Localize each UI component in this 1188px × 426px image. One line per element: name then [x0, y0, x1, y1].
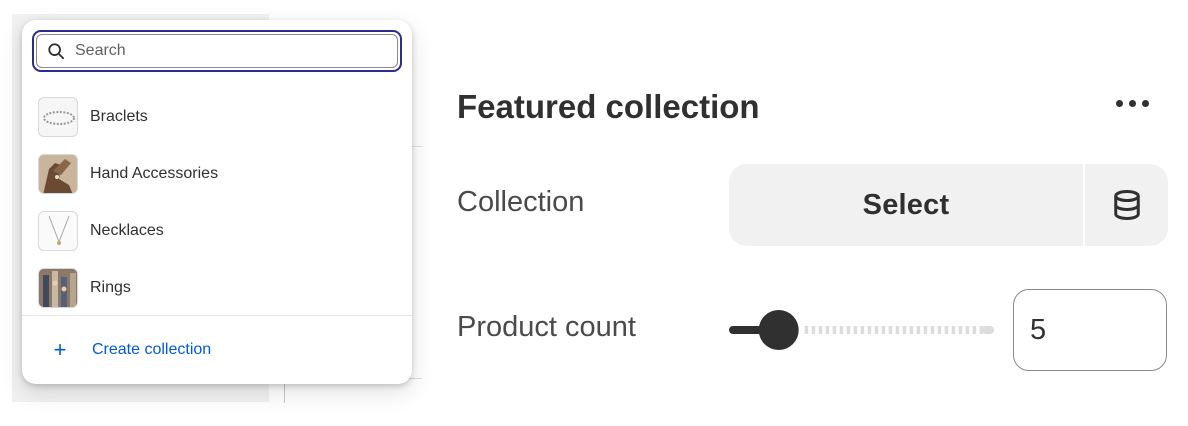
- search-icon: [48, 43, 65, 60]
- slider-tick: [923, 326, 928, 334]
- bracelet-thumb: [38, 96, 78, 137]
- necklace-thumb: [38, 210, 78, 251]
- popover-divider: [22, 315, 412, 316]
- slider-handle[interactable]: [758, 310, 799, 350]
- slider-tick: [804, 326, 809, 334]
- slider-tick: [874, 326, 879, 334]
- slider-tick: [881, 326, 886, 334]
- slider-track-end: [982, 326, 994, 334]
- slider-tick: [818, 326, 823, 334]
- more-options-button[interactable]: [1116, 100, 1160, 112]
- slider-tick: [888, 326, 893, 334]
- search-field-focus-ring: [32, 30, 402, 72]
- slider-tick: [944, 326, 949, 334]
- collection-item-label: Braclets: [90, 107, 148, 125]
- collection-label: Collection: [457, 186, 585, 218]
- slider-tick: [909, 326, 914, 334]
- slider-tick: [825, 326, 830, 334]
- collection-item-hand-accessories[interactable]: Hand Accessories: [22, 145, 412, 202]
- more-horizontal-icon: [1129, 100, 1136, 107]
- slider-tick: [846, 326, 851, 334]
- slider-tick: [902, 326, 907, 334]
- collection-picker-popover: Braclets Hand Accessories Necklaces: [22, 20, 412, 384]
- slider-tick: [951, 326, 956, 334]
- rings-thumb: [38, 267, 78, 308]
- collection-list: Braclets Hand Accessories Necklaces Ring…: [22, 88, 412, 316]
- slider-tick: [916, 326, 921, 334]
- product-count-input[interactable]: [1013, 289, 1167, 371]
- slider-tick: [930, 326, 935, 334]
- search-input[interactable]: [73, 41, 377, 61]
- slider-tick: [965, 326, 970, 334]
- collection-item-label: Rings: [90, 278, 131, 296]
- slider-tick: [832, 326, 837, 334]
- database-icon: [1113, 190, 1140, 221]
- search-field[interactable]: [36, 34, 398, 68]
- more-horizontal-icon: [1142, 100, 1149, 107]
- slider-tick: [839, 326, 844, 334]
- slider-tick: [860, 326, 865, 334]
- select-collection-button[interactable]: Select: [729, 164, 1083, 246]
- slider-tick: [937, 326, 942, 334]
- slider-ticks: [804, 326, 994, 334]
- slider-tick: [853, 326, 858, 334]
- slider-tick: [811, 326, 816, 334]
- section-title: Featured collection: [457, 88, 760, 125]
- hand-accessories-thumb: [38, 153, 78, 194]
- dynamic-source-button[interactable]: [1085, 164, 1168, 246]
- collection-item-necklaces[interactable]: Necklaces: [22, 202, 412, 259]
- product-count-label: Product count: [457, 311, 636, 343]
- slider-tick: [958, 326, 963, 334]
- product-count-slider[interactable]: [729, 310, 994, 350]
- collection-item-label: Hand Accessories: [90, 164, 219, 182]
- create-collection-label: Create collection: [92, 341, 212, 358]
- collection-item-rings[interactable]: Rings: [22, 259, 412, 316]
- collection-item-label: Necklaces: [90, 221, 164, 239]
- create-collection-button[interactable]: + Create collection: [22, 332, 412, 368]
- slider-tick: [895, 326, 900, 334]
- slider-tick: [867, 326, 872, 334]
- more-horizontal-icon: [1116, 100, 1123, 107]
- plus-icon: +: [53, 337, 67, 362]
- collection-item-braclets[interactable]: Braclets: [22, 88, 412, 145]
- slider-tick: [972, 326, 977, 334]
